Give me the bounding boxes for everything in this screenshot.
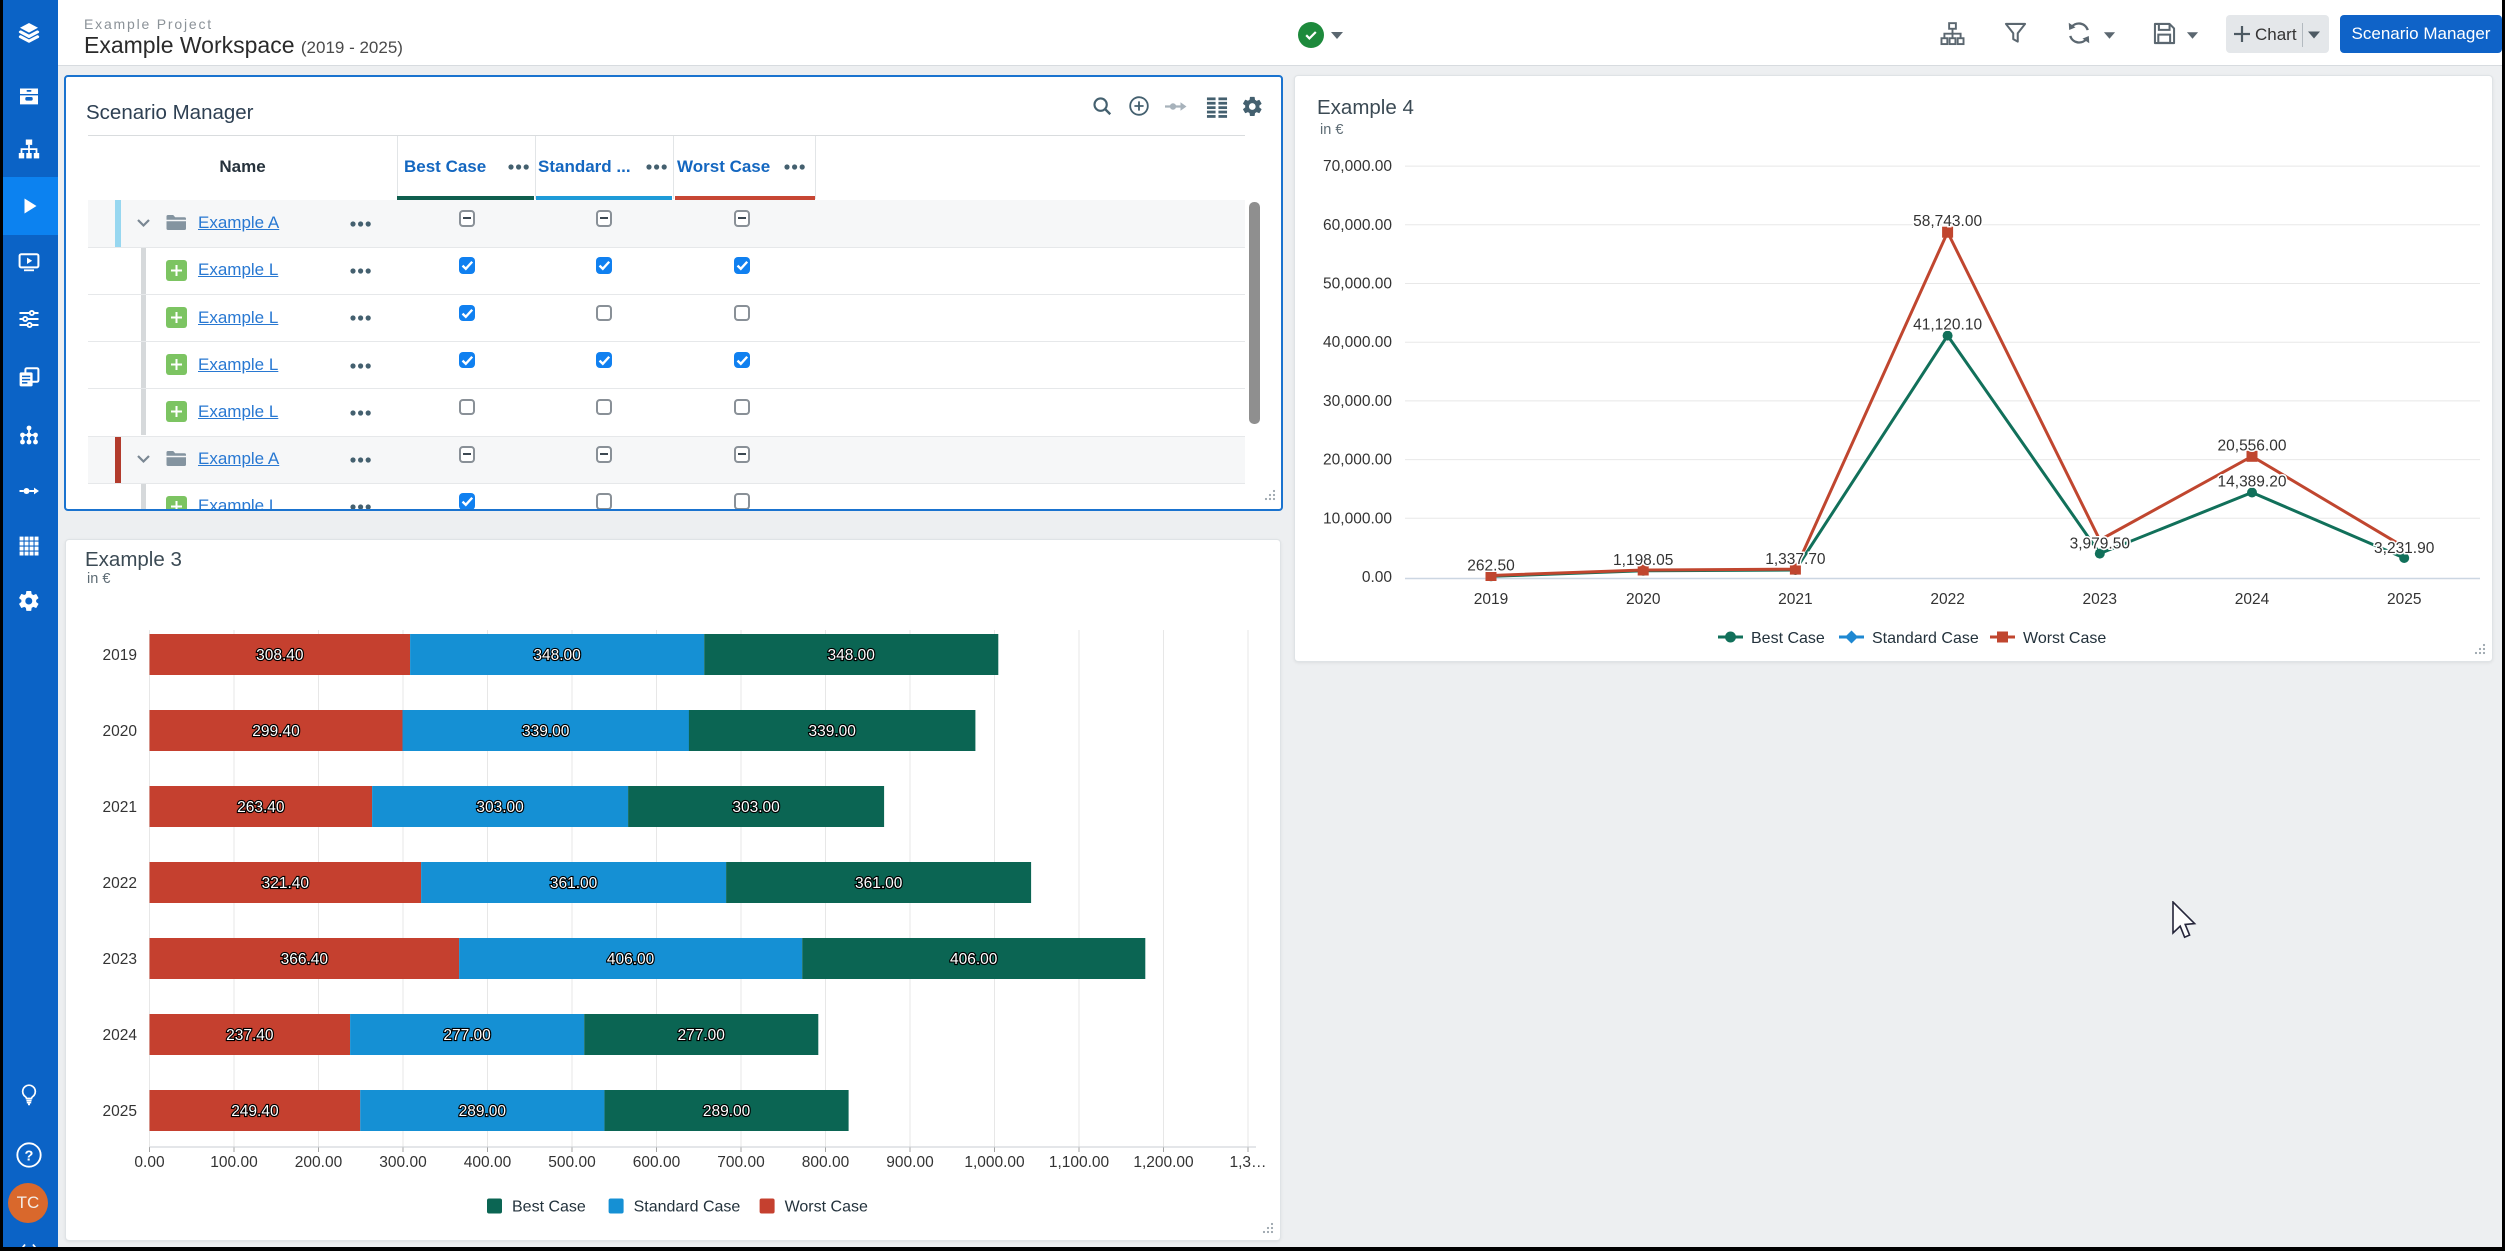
svg-text:400.00: 400.00 xyxy=(464,1154,512,1171)
svg-text:20,000.00: 20,000.00 xyxy=(1323,452,1392,469)
svg-text:303.00: 303.00 xyxy=(732,799,780,816)
svg-text:406.00: 406.00 xyxy=(950,951,998,968)
svg-text:Best Case: Best Case xyxy=(1751,630,1825,647)
svg-text:237.40: 237.40 xyxy=(226,1027,274,1044)
svg-text:200.00: 200.00 xyxy=(295,1154,343,1171)
svg-text:249.40: 249.40 xyxy=(231,1103,279,1120)
svg-text:2022: 2022 xyxy=(1930,591,1964,608)
svg-text:500.00: 500.00 xyxy=(548,1154,596,1171)
svg-text:Worst Case: Worst Case xyxy=(785,1199,868,1216)
svg-text:2019: 2019 xyxy=(1474,591,1508,608)
svg-text:40,000.00: 40,000.00 xyxy=(1323,334,1392,351)
svg-text:406.00: 406.00 xyxy=(607,951,655,968)
svg-text:30,000.00: 30,000.00 xyxy=(1323,393,1392,410)
svg-text:1,100.00: 1,100.00 xyxy=(1049,1154,1110,1171)
svg-text:1,200.00: 1,200.00 xyxy=(1133,1154,1194,1171)
svg-text:2020: 2020 xyxy=(103,723,138,740)
svg-text:2019: 2019 xyxy=(103,647,137,664)
svg-text:50,000.00: 50,000.00 xyxy=(1323,276,1392,293)
svg-text:41,120.10: 41,120.10 xyxy=(1913,317,1982,334)
svg-text:20,556.00: 20,556.00 xyxy=(2218,437,2287,454)
svg-text:2024: 2024 xyxy=(103,1027,138,1044)
svg-text:277.00: 277.00 xyxy=(443,1027,491,1044)
svg-text:0.00: 0.00 xyxy=(1362,569,1393,586)
svg-text:Standard Case: Standard Case xyxy=(634,1199,741,1216)
svg-text:100.00: 100.00 xyxy=(210,1154,258,1171)
svg-text:700.00: 700.00 xyxy=(717,1154,765,1171)
svg-text:?: ? xyxy=(25,1148,34,1164)
svg-text:800.00: 800.00 xyxy=(802,1154,850,1171)
svg-text:361.00: 361.00 xyxy=(550,875,598,892)
svg-text:2021: 2021 xyxy=(1778,591,1812,608)
svg-text:308.40: 308.40 xyxy=(256,647,304,664)
svg-text:263.40: 263.40 xyxy=(237,799,285,816)
svg-text:1,198.05: 1,198.05 xyxy=(1613,552,1673,569)
svg-text:3,231.90: 3,231.90 xyxy=(2374,540,2435,557)
svg-text:289.00: 289.00 xyxy=(459,1103,507,1120)
svg-text:14,389.20: 14,389.20 xyxy=(2218,474,2287,491)
svg-text:277.00: 277.00 xyxy=(677,1027,725,1044)
svg-text:339.00: 339.00 xyxy=(808,723,856,740)
svg-text:60,000.00: 60,000.00 xyxy=(1323,217,1392,234)
svg-text:3,979.50: 3,979.50 xyxy=(2070,536,2131,553)
svg-text:299.40: 299.40 xyxy=(252,723,300,740)
svg-text:2021: 2021 xyxy=(103,799,137,816)
svg-text:58,743.00: 58,743.00 xyxy=(1913,213,1982,230)
svg-text:900.00: 900.00 xyxy=(886,1154,934,1171)
svg-text:2025: 2025 xyxy=(2387,591,2421,608)
svg-text:70,000.00: 70,000.00 xyxy=(1323,158,1392,175)
svg-text:303.00: 303.00 xyxy=(476,799,524,816)
svg-text:339.00: 339.00 xyxy=(522,723,570,740)
svg-text:366.40: 366.40 xyxy=(281,951,329,968)
svg-text:Standard Case: Standard Case xyxy=(1872,630,1979,647)
svg-text:2022: 2022 xyxy=(103,875,137,892)
svg-text:348.00: 348.00 xyxy=(827,647,875,664)
svg-text:1,337.70: 1,337.70 xyxy=(1765,551,1826,568)
svg-text:2025: 2025 xyxy=(103,1103,137,1120)
svg-text:2024: 2024 xyxy=(2235,591,2270,608)
svg-text:0.00: 0.00 xyxy=(134,1154,165,1171)
svg-text:1,000.00: 1,000.00 xyxy=(964,1154,1025,1171)
svg-text:1,3…: 1,3… xyxy=(1229,1154,1266,1171)
svg-text:2023: 2023 xyxy=(103,951,137,968)
svg-text:10,000.00: 10,000.00 xyxy=(1323,510,1392,527)
svg-text:289.00: 289.00 xyxy=(703,1103,751,1120)
svg-text:2023: 2023 xyxy=(2083,591,2117,608)
svg-text:348.00: 348.00 xyxy=(533,647,581,664)
svg-text:262.50: 262.50 xyxy=(1467,558,1515,575)
svg-text:600.00: 600.00 xyxy=(633,1154,681,1171)
svg-text:300.00: 300.00 xyxy=(379,1154,427,1171)
svg-text:361.00: 361.00 xyxy=(855,875,903,892)
svg-text:Worst Case: Worst Case xyxy=(2023,630,2106,647)
svg-text:2020: 2020 xyxy=(1626,591,1661,608)
svg-text:321.40: 321.40 xyxy=(262,875,310,892)
svg-text:Best Case: Best Case xyxy=(512,1199,586,1216)
